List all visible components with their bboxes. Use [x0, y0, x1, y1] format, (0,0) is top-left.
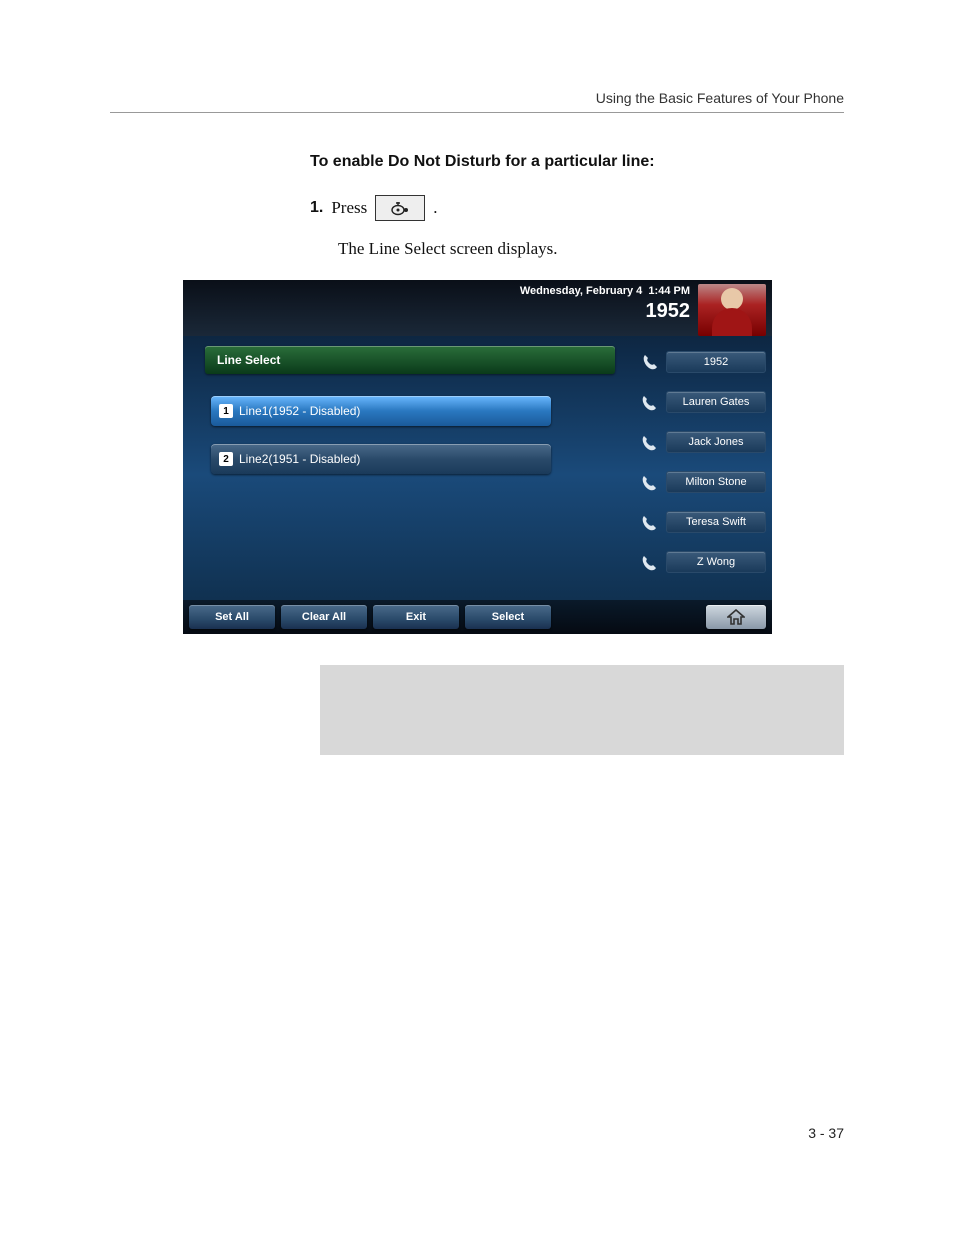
side-item-contact[interactable]: Teresa Swift — [638, 508, 766, 536]
line-item-1[interactable]: 1 Line1(1952 - Disabled) — [211, 396, 551, 426]
phonebook-icon — [638, 430, 662, 454]
phonebook-icon — [638, 470, 662, 494]
panel-title: Line Select — [205, 346, 615, 374]
running-head: Using the Basic Features of Your Phone — [110, 90, 844, 113]
step-subtext: The Line Select screen displays. — [338, 239, 844, 259]
softkey-clear-all[interactable]: Clear All — [281, 605, 367, 629]
side-label: Z Wong — [666, 551, 766, 573]
home-icon — [727, 609, 745, 625]
page-number: 3 - 37 — [808, 1125, 844, 1141]
section-heading: To enable Do Not Disturb for a particula… — [310, 153, 844, 171]
side-column: 1952 Lauren Gates Jack Jones Milton Ston… — [638, 336, 772, 598]
line-badge: 1 — [219, 404, 233, 418]
note-block — [320, 665, 844, 755]
phone-screenshot: Wednesday, February 4 1:44 PM 1952 Line … — [183, 280, 772, 634]
side-label: Teresa Swift — [666, 511, 766, 533]
line-label: Line1(1952 - Disabled) — [239, 404, 360, 418]
dnd-button-icon — [375, 195, 425, 221]
side-item-contact[interactable]: Lauren Gates — [638, 388, 766, 416]
side-item-contact[interactable]: Jack Jones — [638, 428, 766, 456]
side-item-contact[interactable]: Milton Stone — [638, 468, 766, 496]
side-label: Milton Stone — [666, 471, 766, 493]
line-label: Line2(1951 - Disabled) — [239, 452, 360, 466]
line-item-2[interactable]: 2 Line2(1951 - Disabled) — [211, 444, 551, 474]
line-badge: 2 — [219, 452, 233, 466]
home-button[interactable] — [706, 605, 766, 629]
side-item-contact[interactable]: Z Wong — [638, 548, 766, 576]
step-verb: Press — [331, 198, 367, 218]
status-bar: Wednesday, February 4 1:44 PM 1952 — [183, 280, 772, 336]
side-label: Lauren Gates — [666, 391, 766, 413]
softkey-bar: Set All Clear All Exit Select — [183, 600, 772, 634]
softkey-set-all[interactable]: Set All — [189, 605, 275, 629]
side-item-self[interactable]: 1952 — [638, 348, 766, 376]
phonebook-icon — [638, 550, 662, 574]
side-label: 1952 — [666, 351, 766, 373]
status-date: Wednesday, February 4 — [520, 285, 642, 297]
status-time: 1:44 PM — [648, 285, 690, 297]
step-1: 1. Press . — [310, 195, 844, 221]
status-extension: 1952 — [520, 298, 690, 324]
softkey-select[interactable]: Select — [465, 605, 551, 629]
step-number: 1. — [310, 199, 323, 217]
phonebook-icon — [638, 390, 662, 414]
handset-icon — [638, 350, 662, 374]
phonebook-icon — [638, 510, 662, 534]
step-period: . — [433, 198, 437, 218]
softkey-exit[interactable]: Exit — [373, 605, 459, 629]
user-avatar — [698, 284, 766, 336]
side-label: Jack Jones — [666, 431, 766, 453]
